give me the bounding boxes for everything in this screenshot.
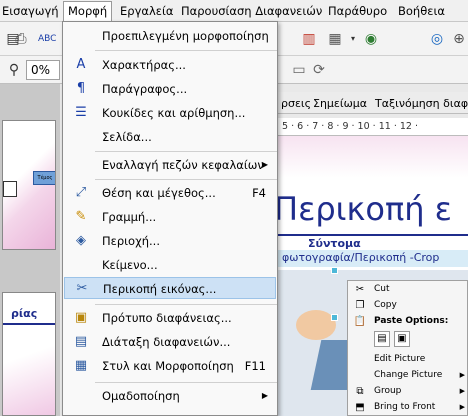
menu-item-area[interactable]: ◈ Περιοχή...	[64, 230, 276, 252]
diagram-box: Τέμος	[33, 171, 55, 185]
menu-help[interactable]: Βοήθεια	[394, 3, 449, 20]
print-icon[interactable]: ⎙	[12, 30, 30, 48]
ctx-change-picture[interactable]: Change Picture ▶	[348, 367, 468, 384]
submenu-arrow-icon: ▶	[261, 391, 268, 400]
menu-item-default-formatting[interactable]: Προεπιλεγμένη μορφοποίηση	[64, 25, 276, 47]
diagram-box	[3, 181, 17, 197]
menu-tools[interactable]: Εργαλεία	[116, 3, 177, 20]
menu-item-slide-template[interactable]: ▣ Πρότυπο διαφάνειας...	[64, 307, 276, 329]
character-icon: A	[76, 57, 86, 72]
title-underline	[276, 234, 468, 236]
slide-title: Περικοπή ε	[276, 190, 452, 228]
thumbnail-rule	[3, 323, 55, 325]
submenu-arrow-icon: ▶	[459, 387, 465, 395]
group-icon: ⧉	[356, 386, 364, 397]
menu-separator	[95, 304, 277, 305]
rotate-icon[interactable]: ⟳	[310, 61, 328, 79]
picture-context-menu: ✂ Cut ❐ Copy 📋 Paste Options: ▤ ▣ Edit Pict…	[347, 280, 468, 416]
slides-panel: Τέμος ρίας	[0, 84, 60, 416]
slide-template-icon: ▣	[74, 310, 88, 325]
menu-format[interactable]: Μορφή	[63, 1, 113, 22]
submenu-arrow-icon: ▶	[459, 371, 465, 379]
menu-item-group[interactable]: Ομαδοποίηση ▶	[64, 385, 276, 407]
menu-item-character[interactable]: A Χαρακτήρας...	[64, 54, 276, 76]
tab-slide-sorter[interactable]: Ταξινόμηση διαφ	[372, 95, 468, 112]
menu-item-change-case[interactable]: Εναλλαγή πεζών κεφαλαίων ▶	[64, 154, 276, 176]
cut-icon: ✂	[355, 284, 365, 295]
table-dropdown-icon[interactable]: ▾	[344, 30, 362, 48]
menu-item-styles-formatting[interactable]: ▦ Στυλ και Μορφοποίηση F11	[64, 355, 276, 377]
ctx-copy[interactable]: ❐ Copy	[348, 297, 468, 314]
zoom-icon[interactable]: ⊕	[450, 30, 468, 48]
bullets-icon: ☰	[75, 105, 87, 120]
submenu-arrow-icon: ▶	[261, 160, 268, 169]
format-menu: Προεπιλεγμένη μορφοποίηση A Χαρακτήρας...…	[62, 21, 278, 416]
menu-separator	[95, 382, 277, 383]
line-icon: ✎	[75, 209, 87, 224]
table-icon[interactable]: ▦	[326, 30, 344, 48]
menu-separator	[95, 50, 277, 51]
copy-icon: ❐	[355, 300, 365, 311]
slide-thumbnail[interactable]: Τέμος	[2, 120, 56, 250]
thumbnail-title: ρίας	[11, 307, 38, 320]
paragraph-icon: ¶	[76, 81, 86, 96]
spellcheck-icon[interactable]: ABC	[38, 30, 56, 48]
position-icon[interactable]: ⚲	[5, 61, 23, 79]
ctx-bring-to-front[interactable]: ⬒ Bring to Front ▶	[348, 399, 468, 416]
menu-separator	[95, 151, 277, 152]
slide-layout-icon: ▤	[74, 334, 88, 349]
menu-item-text[interactable]: Κείμενο...	[64, 254, 276, 276]
horizontal-ruler: · 5 · 6 · 7 · 8 · 9 · 10 · 11 · 12 ·	[276, 118, 468, 136]
menu-item-page[interactable]: Σελίδα...	[64, 126, 276, 148]
slide-header-band	[276, 136, 468, 178]
menu-item-paragraph[interactable]: ¶ Παράγραφος...	[64, 78, 276, 100]
menu-item-crop-picture[interactable]: ✂ Περικοπή εικόνας...	[64, 277, 276, 299]
selection-handle[interactable]	[331, 267, 338, 274]
ctx-paste-buttons: ▤ ▣	[348, 329, 468, 351]
menu-slideshow[interactable]: Παρουσίαση Διαφανειών	[177, 3, 326, 20]
menu-item-line[interactable]: ✎ Γραμμή...	[64, 206, 276, 228]
ctx-cut[interactable]: ✂ Cut	[348, 281, 468, 298]
styles-icon: ▦	[74, 358, 88, 373]
position-size-icon: ⤢	[75, 185, 87, 200]
menu-window[interactable]: Παράθυρο	[324, 3, 391, 20]
view-tabs: ρσεις Σημείωμα Ταξινόμηση διαφ	[274, 92, 468, 114]
ctx-group[interactable]: ⧉ Group ▶	[348, 383, 468, 400]
shadow-icon[interactable]: ▭	[290, 61, 308, 79]
image-icon[interactable]: ◉	[362, 30, 380, 48]
slide-body-text: φωτογραφία/Περικοπή -Crop	[282, 251, 440, 264]
ctx-edit-picture[interactable]: Edit Picture	[348, 351, 468, 368]
menu-bar: Εισαγωγή Μορφή Εργαλεία Παρουσίαση Διαφα…	[0, 0, 468, 22]
ctx-paste-options: 📋 Paste Options:	[348, 313, 468, 330]
crop-icon: ✂	[76, 281, 88, 296]
navigator-icon[interactable]: ◎	[428, 30, 446, 48]
submenu-arrow-icon: ▶	[459, 403, 465, 411]
menu-item-slide-layout[interactable]: ▤ Διάταξη διαφανειών...	[64, 331, 276, 353]
slide-subtitle: Σύντομα	[308, 237, 361, 250]
menu-insert[interactable]: Εισαγωγή	[0, 3, 63, 20]
bring-front-icon: ⬒	[355, 402, 365, 413]
menu-item-position-size[interactable]: ⤢ Θέση και μέγεθος... F4	[64, 182, 276, 204]
tab-outline[interactable]: ρσεις	[278, 95, 314, 112]
paste-picture-icon[interactable]: ▣	[394, 331, 410, 347]
chart-icon[interactable]: ▥	[300, 30, 318, 48]
paste-options-icon[interactable]: ▤	[374, 331, 390, 347]
zoom-input[interactable]: 0%	[26, 60, 60, 80]
paste-icon: 📋	[353, 316, 367, 327]
menu-separator	[95, 179, 277, 180]
area-fill-icon: ◈	[76, 233, 86, 248]
selection-handle[interactable]	[331, 314, 338, 321]
menu-item-bullets-numbering[interactable]: ☰ Κουκίδες και αρίθμηση...	[64, 102, 276, 124]
picture-content	[296, 310, 336, 340]
tab-notes[interactable]: Σημείωμα	[310, 95, 370, 112]
slide-thumbnail[interactable]: ρίας	[2, 292, 56, 416]
